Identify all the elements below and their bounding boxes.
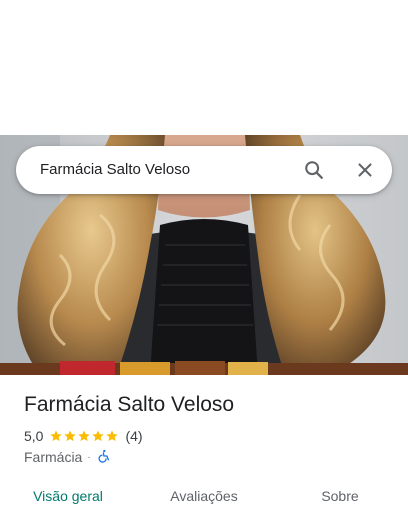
tab-reviews[interactable]: Avaliações [136,478,272,510]
review-count[interactable]: (4) [125,428,142,444]
category-row: Farmácia · [24,448,111,466]
rating-value: 5,0 [24,428,44,444]
place-title: Farmácia Salto Veloso [24,393,235,416]
star-icon [106,430,119,442]
place-category[interactable]: Farmácia [24,449,82,465]
search-bar[interactable]: Farmácia Salto Veloso [16,146,392,194]
star-icon [78,430,91,442]
search-input[interactable]: Farmácia Salto Veloso [40,146,190,194]
star-icon [92,430,105,442]
tab-overview[interactable]: Visão geral [0,478,136,510]
separator-dot: · [87,451,91,463]
tab-about[interactable]: Sobre [272,478,408,510]
place-tabs: Visão geral Avaliações Sobre [0,478,408,510]
rating-row[interactable]: 5,0 (4) [24,428,143,444]
close-icon[interactable] [353,158,377,182]
star-rating [49,429,119,443]
star-icon [50,430,63,442]
place-panel: Farmácia Salto Veloso Farmácia Salto Vel… [0,0,408,510]
search-icon[interactable] [302,158,326,182]
star-icon [64,430,77,442]
wheelchair-icon [97,449,111,466]
